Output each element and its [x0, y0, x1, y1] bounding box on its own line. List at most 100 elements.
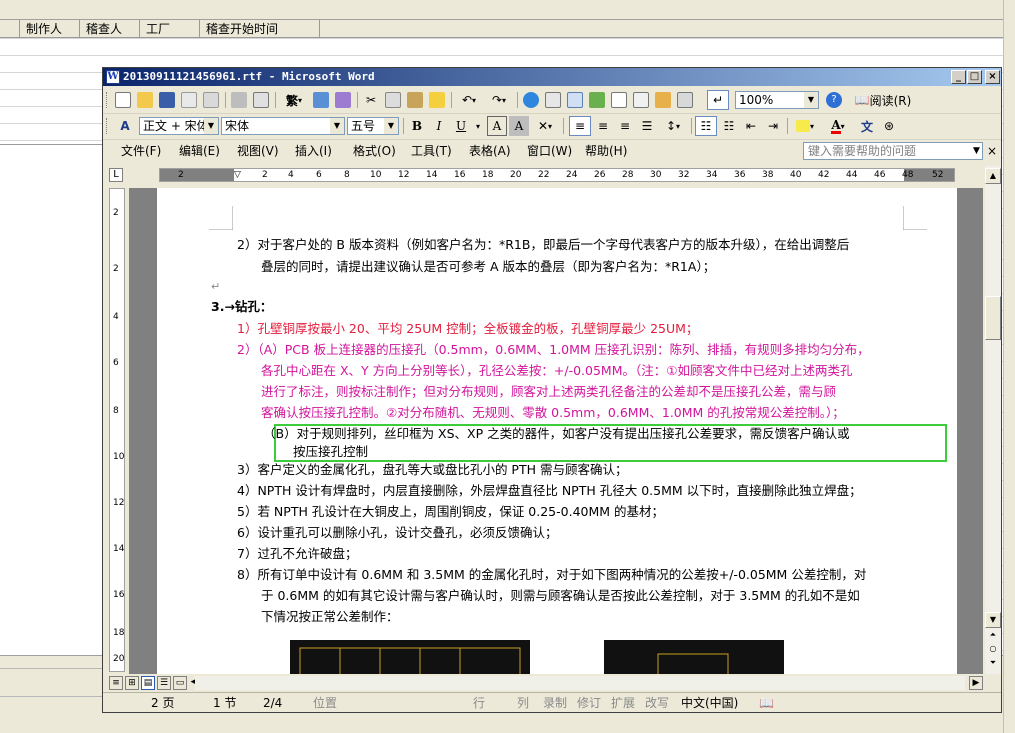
insert-excel-icon[interactable] [587, 90, 607, 110]
document-page[interactable]: 2）对于客户处的 B 版本资料（例如客户名为：*R1B，即最后一个字母代表客户方… [157, 188, 957, 674]
char-border-button[interactable]: A [487, 116, 507, 136]
doc-line-19[interactable]: 下情况按正常公差制作： [261, 608, 399, 626]
print-icon[interactable] [229, 90, 249, 110]
increase-indent-icon[interactable]: ⇥ [763, 116, 783, 136]
open-folder-icon[interactable] [135, 90, 155, 110]
font-size-combo[interactable]: 五号 ▼ [347, 117, 399, 135]
columns-icon[interactable] [609, 90, 629, 110]
email-icon[interactable] [201, 90, 221, 110]
pcb-figure-2[interactable] [604, 640, 784, 674]
align-center-icon[interactable]: ≡ [593, 116, 613, 136]
tab-selector[interactable]: L [109, 168, 123, 182]
zoom-combo[interactable]: 100% ▼ [735, 91, 819, 109]
next-page-icon[interactable]: ⏷ [985, 656, 1001, 672]
pinyin-guide-button[interactable]: 文 [857, 116, 877, 136]
redo-icon[interactable]: ↷ ▾ [485, 90, 513, 110]
undo-icon[interactable]: ↶ ▾ [455, 90, 483, 110]
doc-line-18[interactable]: 于 0.6MM 的如有其它设计需与客户确认时，则需与顾客确认是否按此公差控制，对… [261, 587, 860, 605]
restore-button[interactable]: □ [967, 70, 982, 84]
doc-line-16[interactable]: 7）过孔不允许破盘； [237, 545, 357, 563]
minimize-button[interactable]: _ [951, 70, 966, 84]
menu-view[interactable]: 视图(V) [237, 143, 279, 159]
bullets-icon[interactable]: ☷ [719, 116, 739, 136]
doc-line-15[interactable]: 6）设计重孔可以删除小孔，设计交叠孔，必须反馈确认； [237, 524, 557, 542]
print-view-icon[interactable]: ▤ [141, 676, 155, 690]
close-button[interactable]: × [985, 70, 1000, 84]
menu-edit[interactable]: 编辑(E) [179, 143, 220, 159]
toolbar-grip[interactable] [106, 92, 109, 108]
font-color-button[interactable]: A ▾ [823, 116, 853, 136]
new-doc-icon[interactable] [113, 90, 133, 110]
styles-pane-icon[interactable]: A [115, 116, 135, 136]
thesaurus-icon[interactable] [333, 90, 353, 110]
pcb-figure-1[interactable] [290, 640, 530, 674]
permission-icon[interactable] [179, 90, 199, 110]
doc-line-5[interactable]: 1）孔壁铜厚按最小 20、平均 25UM 控制；全板镀金的板，孔壁铜厚最少 25… [237, 320, 698, 338]
normal-view-icon[interactable]: ≡ [109, 676, 123, 690]
drawing-icon[interactable] [631, 90, 651, 110]
bold-button[interactable]: B [407, 116, 427, 136]
save-icon[interactable] [157, 90, 177, 110]
menu-file[interactable]: 文件(F) [121, 143, 161, 159]
highlight-icon[interactable]: ▾ [791, 116, 819, 136]
bg-col-audit-start[interactable]: 稽查开始时间 [200, 20, 320, 38]
title-bar[interactable]: W 20130911121456961.rtf - Microsoft Word… [103, 68, 1001, 86]
decrease-indent-icon[interactable]: ⇤ [741, 116, 761, 136]
horizontal-scrollbar[interactable] [195, 676, 965, 690]
underline-button[interactable]: U [451, 116, 471, 136]
justify-button[interactable]: ≡ [569, 116, 591, 136]
scroll-right-icon[interactable]: ▶ [969, 676, 983, 690]
status-record[interactable]: 录制 [543, 695, 567, 711]
spelling-status-icon[interactable]: 📖 [759, 695, 774, 711]
vertical-scrollbar[interactable]: ▲ ▼ ⏶ ○ ⏷ [985, 166, 1001, 676]
cut-icon[interactable]: ✂ [361, 90, 381, 110]
doc-line-1[interactable]: 2）对于客户处的 B 版本资料（例如客户名为：*R1B，即最后一个字母代表客户方… [237, 236, 849, 254]
copy-icon[interactable] [383, 90, 403, 110]
vertical-ruler[interactable]: 2 2 4 6 8 10 12 14 16 18 20 [109, 188, 125, 672]
word-app-icon[interactable]: W [106, 70, 120, 84]
doc-line-8[interactable]: 进行了标注，则按标注制作；但对分布规则，顾客对上述两类孔径备注的公差却不是压接孔… [261, 383, 836, 401]
scroll-thumb[interactable] [985, 296, 1001, 340]
font-combo[interactable]: 宋体 ▼ [221, 117, 345, 135]
menu-insert[interactable]: 插入(I) [295, 143, 332, 159]
doc-line-12[interactable]: 3）客户定义的金属化孔，盘孔等大或盘比孔小的 PTH 需与顾客确认； [237, 461, 627, 479]
char-shading-button[interactable]: A [509, 116, 529, 136]
spelling-icon[interactable]: 繁 ▾ [279, 90, 309, 110]
reading-view-icon[interactable]: ▭ [173, 676, 187, 690]
underline-dropdown-icon[interactable]: ▾ [473, 116, 483, 136]
menu-window[interactable]: 窗口(W) [527, 143, 572, 159]
horizontal-ruler[interactable]: 2 ▽ 2 4 6 8 10 12 14 16 18 20 22 24 26 2… [159, 168, 955, 182]
scroll-down-icon[interactable]: ▼ [985, 612, 1001, 628]
italic-button[interactable]: I [429, 116, 449, 136]
web-view-icon[interactable]: ⊞ [125, 676, 139, 690]
scroll-up-icon[interactable]: ▲ [985, 168, 1001, 184]
menu-tools[interactable]: 工具(T) [411, 143, 452, 159]
enclose-chars-icon[interactable]: ⊛ [879, 116, 899, 136]
help-icon[interactable]: ? [825, 90, 843, 110]
line-spacing-icon[interactable]: ↕ ▾ [659, 116, 687, 136]
doc-close-button[interactable]: × [987, 143, 997, 159]
insert-table-icon[interactable] [565, 90, 585, 110]
doc-line-2[interactable]: 叠层的同时，请提出建议确认是否可参考 A 版本的叠层（即为客户名为：*R1A）； [261, 258, 715, 276]
doc-line-7[interactable]: 各孔中心距在 X、Y 方向上分别等长），孔径公差按：+/-0.05MM。（注：①… [261, 362, 852, 380]
ask-question-input[interactable]: 键入需要帮助的问题 [803, 142, 983, 160]
numbering-button[interactable]: ☷ [695, 116, 717, 136]
doc-line-17[interactable]: 8）所有订单中设计有 0.6MM 和 3.5MM 的金属化孔时，对于如下图两种情… [237, 566, 866, 584]
status-track[interactable]: 修订 [577, 695, 601, 711]
doc-line-10[interactable]: （B）对于规则排列，丝印框为 XS、XP 之类的器件，如客户没有提出压接孔公差要… [263, 425, 850, 443]
paragraph-marks-icon[interactable]: ↵ [707, 90, 729, 110]
section-heading-drilling[interactable]: 3.→钻孔： [211, 298, 272, 316]
bg-vertical-scrollbar[interactable] [1003, 0, 1015, 733]
char-scale-icon[interactable]: ✕ ▾ [531, 116, 559, 136]
menu-format[interactable]: 格式(O) [353, 143, 396, 159]
status-extend[interactable]: 扩展 [611, 695, 635, 711]
menu-help[interactable]: 帮助(H) [585, 143, 627, 159]
doc-line-14[interactable]: 5）若 NPTH 孔设计在大铜皮上，周围削铜皮，保证 0.25-0.40MM 的… [237, 503, 664, 521]
format-painter-icon[interactable] [427, 90, 447, 110]
doc-line-9[interactable]: 客确认按压接孔控制。②对分布随机、无规则、零散 0.5mm，0.6MM、1.0M… [261, 404, 845, 422]
toolbar-grip[interactable] [106, 118, 109, 134]
read-mode-button[interactable]: 📖 阅读(R) [851, 90, 915, 110]
research-icon[interactable] [311, 90, 331, 110]
outline-view-icon[interactable]: ☰ [157, 676, 171, 690]
bg-col-auditor[interactable]: 稽查人 [80, 20, 140, 38]
